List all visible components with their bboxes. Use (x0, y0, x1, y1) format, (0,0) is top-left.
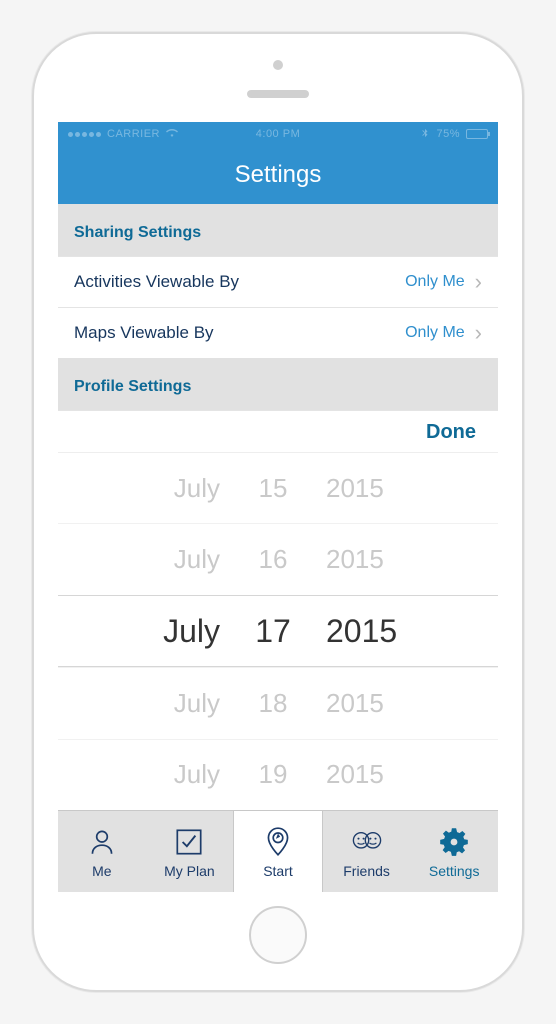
page-header: Settings (58, 146, 498, 204)
tab-my-plan[interactable]: My Plan (146, 811, 234, 892)
battery-icon (466, 129, 488, 139)
tab-me[interactable]: Me (58, 811, 146, 892)
bluetooth-icon (420, 127, 430, 142)
status-bar: CARRIER 4:00 PM 75% (58, 122, 498, 146)
picker-year: 2015 (326, 688, 416, 719)
picker-day: 16 (248, 544, 298, 575)
picker-row[interactable]: July 15 2015 (58, 453, 498, 523)
screen: CARRIER 4:00 PM 75% Settings Sharing Set… (58, 122, 498, 892)
checkbox-icon (172, 825, 206, 859)
picker-day: 15 (248, 473, 298, 504)
page-title: Settings (235, 161, 322, 189)
chevron-right-icon: › (475, 271, 482, 293)
done-button[interactable]: Done (426, 421, 476, 444)
chevron-right-icon: › (475, 322, 482, 344)
tab-friends[interactable]: Friends (323, 811, 411, 892)
phone-speaker (247, 90, 309, 98)
picker-row[interactable]: July 19 2015 (58, 739, 498, 810)
row-label: Activities Viewable By (74, 272, 239, 292)
tab-label: My Plan (164, 863, 215, 879)
picker-row[interactable]: July 16 2015 (58, 523, 498, 594)
picker-month: July (140, 473, 220, 504)
picker-year: 2015 (326, 473, 416, 504)
picker-body[interactable]: July 15 2015 July 16 2015 July 17 2015 (58, 453, 498, 810)
picker-year: 2015 (326, 759, 416, 790)
picker-day: 18 (248, 688, 298, 719)
signal-dots-icon (68, 132, 101, 137)
tab-label: Settings (429, 863, 480, 879)
section-header-profile: Profile Settings (58, 358, 498, 410)
gear-icon (437, 825, 471, 859)
wifi-icon (166, 127, 178, 142)
picker-day: 17 (248, 613, 298, 650)
date-picker[interactable]: Done July 15 2015 July 16 2015 July (58, 410, 498, 810)
person-icon (85, 825, 119, 859)
row-label: Maps Viewable By (74, 323, 214, 343)
tab-settings[interactable]: Settings (410, 811, 498, 892)
picker-month: July (140, 544, 220, 575)
row-maps-viewable[interactable]: Maps Viewable By Only Me › (58, 307, 498, 359)
picker-year: 2015 (326, 613, 416, 650)
tab-label: Friends (343, 863, 390, 879)
picker-month: July (140, 613, 220, 650)
friends-icon (350, 825, 384, 859)
phone-sensor (273, 60, 283, 70)
picker-toolbar: Done (58, 411, 498, 453)
status-left: CARRIER (68, 127, 178, 142)
tab-label: Start (263, 863, 293, 879)
tab-label: Me (92, 863, 111, 879)
carrier-label: CARRIER (107, 128, 160, 140)
picker-month: July (140, 688, 220, 719)
section-header-sharing: Sharing Settings (58, 204, 498, 256)
home-button[interactable] (249, 906, 307, 964)
status-right: 75% (420, 127, 488, 142)
battery-percent: 75% (436, 128, 460, 140)
row-value: Only Me (405, 324, 465, 342)
picker-month: July (140, 759, 220, 790)
picker-day: 19 (248, 759, 298, 790)
tab-start[interactable]: Start (233, 810, 323, 892)
row-activities-viewable[interactable]: Activities Viewable By Only Me › (58, 256, 498, 308)
picker-row[interactable]: July 18 2015 (58, 667, 498, 738)
location-pin-icon (261, 825, 295, 859)
tab-bar: Me My Plan Start Friends (58, 810, 498, 892)
picker-row-selected[interactable]: July 17 2015 (58, 595, 498, 667)
row-value: Only Me (405, 273, 465, 291)
phone-frame: CARRIER 4:00 PM 75% Settings Sharing Set… (32, 32, 524, 992)
picker-year: 2015 (326, 544, 416, 575)
